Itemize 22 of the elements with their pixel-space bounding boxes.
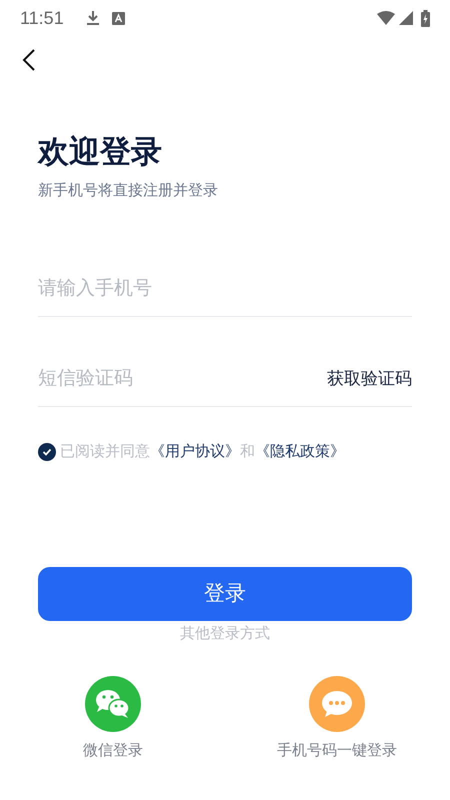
login-option-label[interactable]: 微信登录: [83, 740, 143, 762]
signal-icon: [399, 11, 413, 25]
get-code-link[interactable]: 获取验证码: [327, 366, 412, 392]
login-button[interactable]: 登录: [38, 567, 412, 621]
privacy-policy-link[interactable]: 《隐私政策》: [255, 442, 345, 460]
status-time: 11:51: [20, 6, 64, 30]
chat-bubbles-icon[interactable]: [85, 676, 141, 732]
other-methods-label: 其他登录方式: [179, 624, 271, 644]
back-icon[interactable]: [22, 48, 36, 72]
user-agreement-link[interactable]: 《用户协议》: [150, 442, 240, 460]
download-icon: [86, 10, 100, 26]
page-subtitle: 新手机号将直接注册并登录: [38, 181, 219, 201]
keyboard-icon: [112, 12, 125, 24]
agreement-checkbox[interactable]: [38, 442, 56, 461]
wifi-icon: [377, 11, 395, 25]
phone-field[interactable]: 请输入手机号: [38, 262, 412, 316]
login-option-label[interactable]: 手机号码一键登录: [277, 740, 397, 762]
agreement-text: 已阅读并同意《用户协议》和《隐私政策》: [60, 442, 345, 462]
battery-icon: [421, 10, 430, 26]
code-field[interactable]: 短信验证码: [38, 352, 327, 406]
check-icon: [42, 446, 52, 457]
page-title: 欢迎登录: [38, 133, 163, 171]
